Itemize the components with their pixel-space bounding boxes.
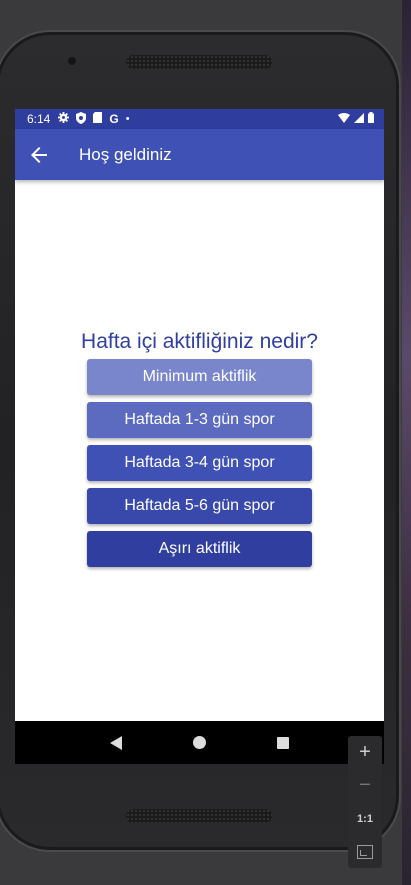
bottom-speaker: [126, 809, 272, 823]
navigation-bar: [15, 721, 384, 764]
zoom-actual-size-button[interactable]: 1:1: [348, 802, 382, 835]
app-bar: Hoş geldiniz: [15, 129, 384, 180]
option-5-6-days-button[interactable]: Haftada 5-6 gün spor: [87, 488, 312, 524]
battery-icon: [368, 112, 374, 126]
option-3-4-days-button[interactable]: Haftada 3-4 gün spor: [87, 445, 312, 481]
option-extreme-button[interactable]: Aşırı aktiflik: [87, 531, 312, 567]
zoom-out-button[interactable]: −: [348, 769, 382, 802]
signal-icon: [354, 112, 364, 126]
status-bar: 6:14 G •: [15, 109, 384, 129]
arrow-back-icon[interactable]: [31, 146, 49, 164]
question-text: Hafta içi aktifliğiniz nedir?: [81, 330, 318, 353]
status-right-icons: [338, 112, 374, 126]
status-time: 6:14: [27, 112, 51, 126]
device-screen: 6:14 G • Hoş geldiniz Hafta içi aktifliğ…: [15, 109, 384, 764]
main-content: Hafta içi aktifliğiniz nedir? Minimum ak…: [15, 180, 384, 728]
settings-icon: [58, 112, 70, 126]
zoom-controls: + − 1:1: [348, 736, 382, 868]
shield-icon: [76, 111, 87, 127]
nav-home-icon[interactable]: [192, 736, 206, 749]
status-icons: G •: [58, 111, 130, 127]
option-1-3-days-button[interactable]: Haftada 1-3 gün spor: [87, 402, 312, 438]
zoom-fit-button[interactable]: [348, 835, 382, 868]
zoom-in-button[interactable]: +: [348, 736, 382, 769]
wifi-icon: [338, 112, 350, 126]
notification-dot-icon: •: [125, 113, 130, 125]
front-camera: [68, 57, 76, 65]
option-minimum-button[interactable]: Minimum aktiflik: [87, 359, 312, 395]
fit-screen-icon: [357, 844, 373, 859]
background-strip: [402, 0, 411, 885]
nav-recents-icon[interactable]: [276, 736, 289, 749]
page-title: Hoş geldiniz: [79, 144, 172, 164]
google-icon: G: [109, 112, 119, 126]
sd-card-icon: [93, 112, 103, 126]
top-speaker: [126, 55, 272, 69]
nav-back-icon[interactable]: [110, 735, 123, 750]
